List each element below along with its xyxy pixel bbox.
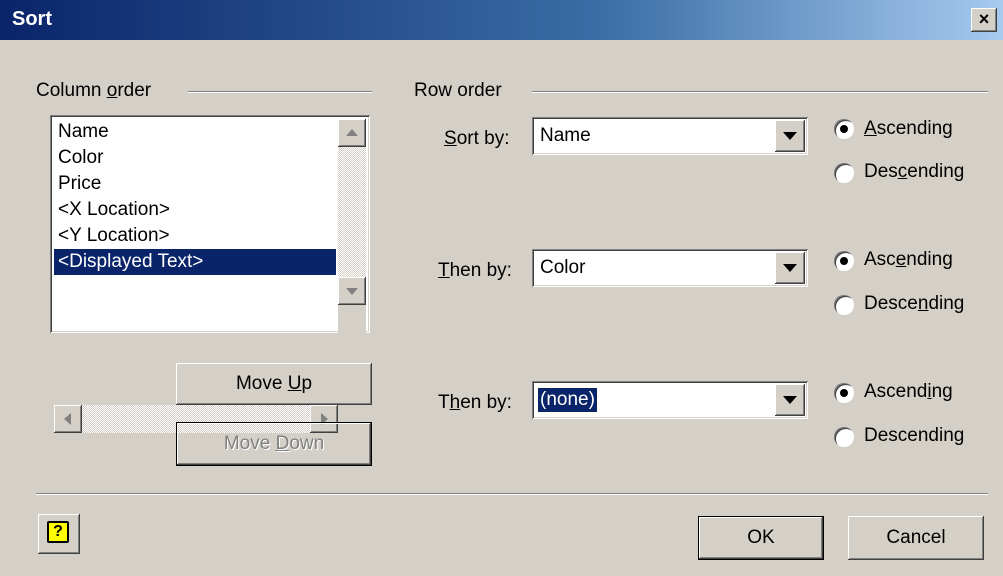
move-up-button[interactable]: Move Up bbox=[176, 363, 372, 405]
help-button[interactable]: ? bbox=[38, 514, 80, 554]
help-icon: ? bbox=[47, 521, 69, 543]
close-icon: × bbox=[978, 9, 990, 29]
radio-selected-dot bbox=[840, 389, 848, 397]
list-item[interactable]: Name bbox=[54, 119, 336, 145]
sort-by-dropdown-button[interactable] bbox=[775, 120, 805, 152]
then-by-2-descending-label[interactable]: Descending bbox=[864, 425, 964, 447]
then-by-1-ascending-radio[interactable] bbox=[834, 251, 854, 271]
title-bar: Sort × bbox=[0, 0, 1003, 40]
scroll-down-button[interactable] bbox=[338, 277, 366, 305]
sort-by-descending-radio[interactable] bbox=[834, 163, 854, 183]
then-by-label-2: Then by: bbox=[438, 392, 512, 413]
column-list-items: Name Color Price <X Location> <Y Locatio… bbox=[54, 119, 336, 275]
scroll-down-arrow-icon bbox=[346, 288, 358, 295]
sort-by-select[interactable]: Name bbox=[532, 117, 808, 155]
list-item[interactable]: Price bbox=[54, 171, 336, 197]
then-by-1-descending-label[interactable]: Descending bbox=[864, 293, 964, 315]
scroll-up-arrow-icon bbox=[346, 129, 358, 136]
scrollbar-corner bbox=[338, 305, 366, 333]
vertical-scrollbar[interactable] bbox=[338, 119, 366, 305]
then-by-dropdown-button-2[interactable] bbox=[775, 384, 805, 416]
then-by-value-1: Color bbox=[540, 257, 586, 278]
then-by-2-ascending-label[interactable]: Ascending bbox=[864, 381, 953, 403]
ok-button[interactable]: OK bbox=[698, 516, 824, 560]
sort-by-ascending-radio[interactable] bbox=[834, 119, 854, 139]
sort-by-label: Sort by: bbox=[444, 128, 510, 149]
then-by-value-2: (none) bbox=[537, 387, 598, 413]
radio-selected-dot bbox=[840, 257, 848, 265]
then-by-select-2[interactable]: (none) bbox=[532, 381, 808, 419]
radio-selected-dot bbox=[840, 125, 848, 133]
close-button[interactable]: × bbox=[971, 8, 997, 32]
scroll-up-button[interactable] bbox=[338, 119, 366, 147]
list-item[interactable]: <Y Location> bbox=[54, 223, 336, 249]
sort-by-ascending-label[interactable]: Ascending bbox=[864, 118, 953, 140]
row-order-divider bbox=[532, 91, 988, 93]
window-title: Sort bbox=[12, 8, 52, 30]
row-order-label: Row order bbox=[414, 80, 502, 101]
list-item[interactable]: <X Location> bbox=[54, 197, 336, 223]
scroll-left-arrow-icon bbox=[64, 413, 71, 425]
column-list[interactable]: Name Color Price <X Location> <Y Locatio… bbox=[50, 115, 370, 433]
cancel-button[interactable]: Cancel bbox=[848, 516, 984, 560]
then-by-1-ascending-label[interactable]: Ascending bbox=[864, 249, 953, 271]
then-by-label-1: Then by: bbox=[438, 260, 512, 281]
bottom-divider bbox=[36, 493, 988, 495]
list-item[interactable]: Color bbox=[54, 145, 336, 171]
sort-by-value: Name bbox=[540, 125, 591, 146]
then-by-2-ascending-radio[interactable] bbox=[834, 383, 854, 403]
dropdown-arrow-icon bbox=[783, 264, 797, 272]
list-item-selected[interactable]: <Displayed Text> bbox=[54, 249, 336, 275]
then-by-dropdown-button-1[interactable] bbox=[775, 252, 805, 284]
dropdown-arrow-icon bbox=[783, 132, 797, 140]
then-by-2-descending-radio[interactable] bbox=[834, 427, 854, 447]
then-by-1-descending-radio[interactable] bbox=[834, 295, 854, 315]
scroll-left-button[interactable] bbox=[54, 405, 82, 433]
then-by-select-1[interactable]: Color bbox=[532, 249, 808, 287]
move-down-button[interactable]: Move Down bbox=[176, 422, 372, 466]
dropdown-arrow-icon bbox=[783, 396, 797, 404]
sort-by-descending-label[interactable]: Descending bbox=[864, 161, 964, 183]
column-order-label: Column order bbox=[36, 80, 152, 101]
column-order-divider bbox=[188, 91, 372, 93]
